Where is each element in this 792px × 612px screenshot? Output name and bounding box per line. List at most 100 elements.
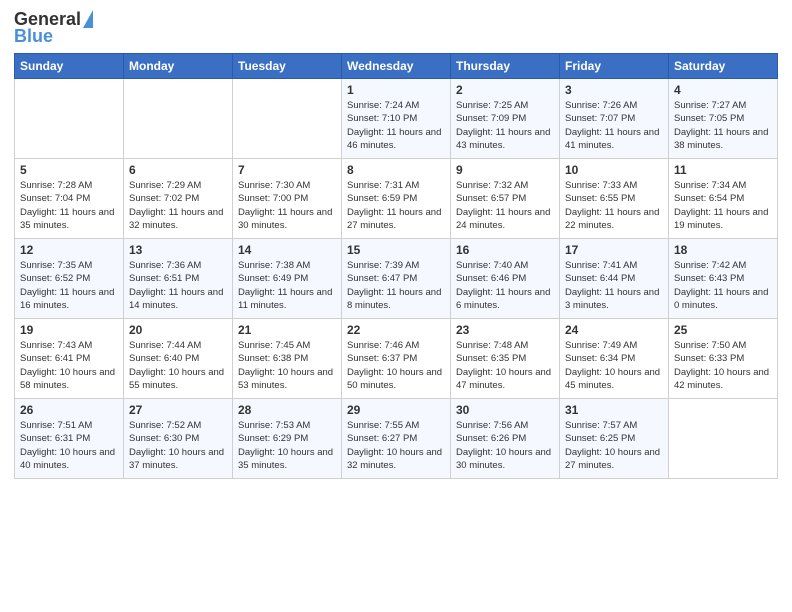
day-info: Sunrise: 7:31 AMSunset: 6:59 PMDaylight:…: [347, 179, 445, 232]
day-number: 18: [674, 243, 772, 257]
day-cell: 2 Sunrise: 7:25 AMSunset: 7:09 PMDaylight…: [451, 79, 560, 159]
day-info: Sunrise: 7:45 AMSunset: 6:38 PMDaylight:…: [238, 339, 336, 392]
day-number: 9: [456, 163, 554, 177]
day-number: 17: [565, 243, 663, 257]
day-number: 15: [347, 243, 445, 257]
day-info: Sunrise: 7:57 AMSunset: 6:25 PMDaylight:…: [565, 419, 663, 472]
day-info: Sunrise: 7:46 AMSunset: 6:37 PMDaylight:…: [347, 339, 445, 392]
col-header-friday: Friday: [560, 54, 669, 79]
day-cell: 21Sunrise: 7:45 AMSunset: 6:38 PMDayligh…: [233, 319, 342, 399]
day-number: 1: [347, 83, 445, 97]
col-header-sunday: Sunday: [15, 54, 124, 79]
day-cell: 23Sunrise: 7:48 AMSunset: 6:35 PMDayligh…: [451, 319, 560, 399]
day-number: 30: [456, 403, 554, 417]
day-number: 26: [20, 403, 118, 417]
week-row-2: 5Sunrise: 7:28 AMSunset: 7:04 PMDaylight…: [15, 159, 778, 239]
day-cell: 17 Sunrise: 7:41 AMSunset: 6:44 PMDayligh…: [560, 239, 669, 319]
day-number: 27: [129, 403, 227, 417]
day-number: 2: [456, 83, 554, 97]
day-number: 4: [674, 83, 772, 97]
day-number: 10: [565, 163, 663, 177]
day-info: Sunrise: 7:26 AMSunset: 7:07 PMDaylight:…: [565, 99, 663, 152]
logo-blue: Blue: [14, 26, 53, 47]
day-info: Sunrise: 7:56 AMSunset: 6:26 PMDaylight:…: [456, 419, 554, 472]
day-cell: 4 Sunrise: 7:27 AMSunset: 7:05 PMDaylight…: [669, 79, 778, 159]
day-info: Sunrise: 7:34 AMSunset: 6:54 PMDaylight:…: [674, 179, 772, 232]
day-info: Sunrise: 7:55 AMSunset: 6:27 PMDaylight:…: [347, 419, 445, 472]
day-number: 25: [674, 323, 772, 337]
day-number: 6: [129, 163, 227, 177]
day-cell: 25 Sunrise: 7:50 AMSunset: 6:33 PMDayligh…: [669, 319, 778, 399]
day-info: Sunrise: 7:40 AMSunset: 6:46 PMDaylight:…: [456, 259, 554, 312]
day-info: Sunrise: 7:53 AMSunset: 6:29 PMDaylight:…: [238, 419, 336, 472]
day-cell: 22 Sunrise: 7:46 AMSunset: 6:37 PMDayligh…: [342, 319, 451, 399]
day-cell: 19 Sunrise: 7:43 AMSunset: 6:41 PMDayligh…: [15, 319, 124, 399]
day-cell: [233, 79, 342, 159]
day-cell: [15, 79, 124, 159]
logo: General Blue: [14, 10, 93, 47]
day-cell: 8Sunrise: 7:31 AMSunset: 6:59 PMDaylight…: [342, 159, 451, 239]
day-number: 3: [565, 83, 663, 97]
day-info: Sunrise: 7:41 AMSunset: 6:44 PMDaylight:…: [565, 259, 663, 312]
day-cell: 9Sunrise: 7:32 AMSunset: 6:57 PMDaylight…: [451, 159, 560, 239]
day-number: 7: [238, 163, 336, 177]
day-cell: 29 Sunrise: 7:55 AMSunset: 6:27 PMDayligh…: [342, 399, 451, 479]
day-cell: 31 Sunrise: 7:57 AMSunset: 6:25 PMDayligh…: [560, 399, 669, 479]
day-info: Sunrise: 7:51 AMSunset: 6:31 PMDaylight:…: [20, 419, 118, 472]
day-info: Sunrise: 7:39 AMSunset: 6:47 PMDaylight:…: [347, 259, 445, 312]
day-number: 31: [565, 403, 663, 417]
calendar-header-row: SundayMondayTuesdayWednesdayThursdayFrid…: [15, 54, 778, 79]
week-row-4: 19 Sunrise: 7:43 AMSunset: 6:41 PMDayligh…: [15, 319, 778, 399]
day-info: Sunrise: 7:33 AMSunset: 6:55 PMDaylight:…: [565, 179, 663, 232]
col-header-monday: Monday: [124, 54, 233, 79]
day-cell: 5Sunrise: 7:28 AMSunset: 7:04 PMDaylight…: [15, 159, 124, 239]
day-number: 20: [129, 323, 227, 337]
day-cell: 26 Sunrise: 7:51 AMSunset: 6:31 PMDayligh…: [15, 399, 124, 479]
day-info: Sunrise: 7:49 AMSunset: 6:34 PMDaylight:…: [565, 339, 663, 392]
day-info: Sunrise: 7:43 AMSunset: 6:41 PMDaylight:…: [20, 339, 118, 392]
day-number: 29: [347, 403, 445, 417]
day-info: Sunrise: 7:27 AMSunset: 7:05 PMDaylight:…: [674, 99, 772, 152]
day-number: 14: [238, 243, 336, 257]
day-cell: 28Sunrise: 7:53 AMSunset: 6:29 PMDayligh…: [233, 399, 342, 479]
day-info: Sunrise: 7:25 AMSunset: 7:09 PMDaylight:…: [456, 99, 554, 152]
day-cell: 24 Sunrise: 7:49 AMSunset: 6:34 PMDayligh…: [560, 319, 669, 399]
day-cell: 11 Sunrise: 7:34 AMSunset: 6:54 PMDayligh…: [669, 159, 778, 239]
day-cell: 18Sunrise: 7:42 AMSunset: 6:43 PMDayligh…: [669, 239, 778, 319]
day-cell: 15 Sunrise: 7:39 AMSunset: 6:47 PMDayligh…: [342, 239, 451, 319]
day-number: 24: [565, 323, 663, 337]
col-header-thursday: Thursday: [451, 54, 560, 79]
day-cell: 16 Sunrise: 7:40 AMSunset: 6:46 PMDayligh…: [451, 239, 560, 319]
day-cell: 1 Sunrise: 7:24 AMSunset: 7:10 PMDaylight…: [342, 79, 451, 159]
day-info: Sunrise: 7:28 AMSunset: 7:04 PMDaylight:…: [20, 179, 118, 232]
day-info: Sunrise: 7:35 AMSunset: 6:52 PMDaylight:…: [20, 259, 118, 312]
week-row-3: 12 Sunrise: 7:35 AMSunset: 6:52 PMDayligh…: [15, 239, 778, 319]
day-cell: 3 Sunrise: 7:26 AMSunset: 7:07 PMDaylight…: [560, 79, 669, 159]
col-header-tuesday: Tuesday: [233, 54, 342, 79]
day-cell: [669, 399, 778, 479]
day-number: 12: [20, 243, 118, 257]
day-cell: 20 Sunrise: 7:44 AMSunset: 6:40 PMDayligh…: [124, 319, 233, 399]
day-number: 13: [129, 243, 227, 257]
week-row-1: 1 Sunrise: 7:24 AMSunset: 7:10 PMDaylight…: [15, 79, 778, 159]
day-number: 19: [20, 323, 118, 337]
day-info: Sunrise: 7:50 AMSunset: 6:33 PMDaylight:…: [674, 339, 772, 392]
day-cell: 7Sunrise: 7:30 AMSunset: 7:00 PMDaylight…: [233, 159, 342, 239]
day-info: Sunrise: 7:44 AMSunset: 6:40 PMDaylight:…: [129, 339, 227, 392]
calendar-table: SundayMondayTuesdayWednesdayThursdayFrid…: [14, 53, 778, 479]
col-header-wednesday: Wednesday: [342, 54, 451, 79]
day-number: 16: [456, 243, 554, 257]
day-info: Sunrise: 7:24 AMSunset: 7:10 PMDaylight:…: [347, 99, 445, 152]
week-row-5: 26 Sunrise: 7:51 AMSunset: 6:31 PMDayligh…: [15, 399, 778, 479]
day-cell: 10 Sunrise: 7:33 AMSunset: 6:55 PMDayligh…: [560, 159, 669, 239]
day-cell: 27Sunrise: 7:52 AMSunset: 6:30 PMDayligh…: [124, 399, 233, 479]
day-cell: [124, 79, 233, 159]
day-number: 22: [347, 323, 445, 337]
page: General Blue SundayMondayTuesdayWednesda…: [0, 0, 792, 612]
day-cell: 12 Sunrise: 7:35 AMSunset: 6:52 PMDayligh…: [15, 239, 124, 319]
day-info: Sunrise: 7:36 AMSunset: 6:51 PMDaylight:…: [129, 259, 227, 312]
day-info: Sunrise: 7:29 AMSunset: 7:02 PMDaylight:…: [129, 179, 227, 232]
day-cell: 13 Sunrise: 7:36 AMSunset: 6:51 PMDayligh…: [124, 239, 233, 319]
day-number: 11: [674, 163, 772, 177]
day-cell: 30 Sunrise: 7:56 AMSunset: 6:26 PMDayligh…: [451, 399, 560, 479]
